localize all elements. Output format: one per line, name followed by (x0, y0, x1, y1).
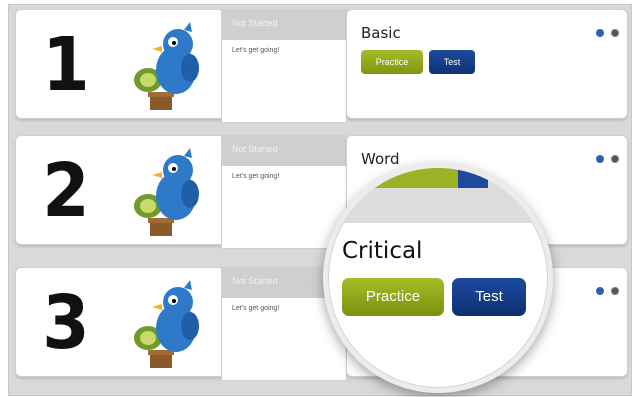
level-number: 1 (42, 22, 90, 108)
row-icons (593, 24, 619, 42)
magnified-practice-button[interactable]: Practice (342, 278, 444, 316)
level-number-card: 2 (15, 135, 225, 245)
bird-mascot-icon (134, 280, 199, 368)
row-icons (593, 150, 619, 168)
magnified-test-button[interactable]: Test (452, 278, 526, 316)
level-title: Word (361, 150, 400, 168)
gear-icon[interactable] (611, 286, 619, 295)
status-label: Not Started (222, 10, 346, 40)
status-message: Let's get going! (232, 47, 280, 54)
magnified-test-edge (458, 168, 488, 188)
magnified-practice-edge (358, 168, 458, 188)
level-number-card: 3 (15, 267, 225, 377)
level-info-card: Basic Practice Test (346, 9, 628, 119)
bird-mascot-icon (134, 148, 199, 236)
status-card: Not Started Let's get going! (221, 9, 347, 123)
magnifier-lens: Critical Practice Test (323, 163, 553, 393)
practice-button[interactable]: Practice (361, 50, 423, 74)
magnified-level-title: Critical (342, 238, 423, 264)
help-icon[interactable] (595, 286, 604, 295)
level-number: 2 (42, 148, 90, 234)
bird-mascot-icon (134, 22, 199, 110)
row-icons (593, 282, 619, 300)
test-button[interactable]: Test (429, 50, 475, 74)
gear-icon[interactable] (611, 28, 619, 37)
level-title: Basic (361, 24, 401, 42)
gear-icon[interactable] (611, 154, 619, 163)
level-number: 3 (42, 280, 90, 366)
help-icon[interactable] (595, 154, 604, 163)
help-icon[interactable] (595, 28, 604, 37)
level-number-card: 1 (15, 9, 225, 119)
status-label: Not Started (222, 136, 346, 166)
level-row-1: 1 Not Started Let's get going! Basic Pra… (9, 9, 631, 123)
